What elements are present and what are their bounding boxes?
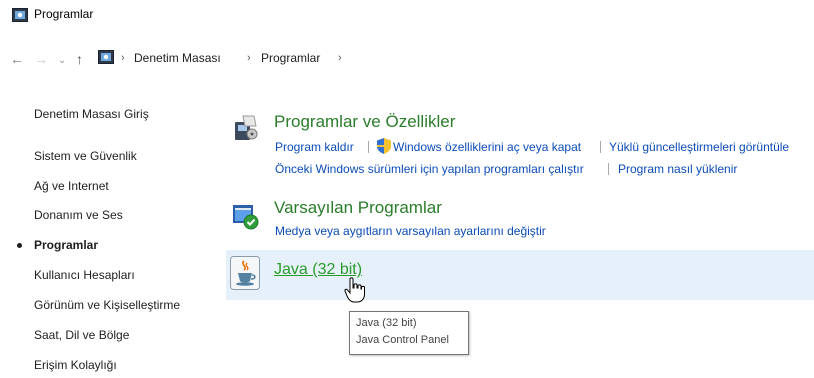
sidebar-item-network[interactable]: Ağ ve Internet	[34, 179, 109, 193]
sidebar-item-ease-of-access[interactable]: Erişim Kolaylığı	[34, 358, 117, 372]
java-icon[interactable]	[230, 256, 260, 290]
tooltip: Java (32 bit) Java Control Panel	[349, 311, 469, 355]
title-bar: Programlar	[0, 0, 814, 30]
chevron-right-icon[interactable]: ›	[247, 52, 251, 64]
link-separator	[600, 141, 601, 153]
chevron-down-icon[interactable]: ⌄	[58, 54, 66, 68]
sidebar-item-system-security[interactable]: Sistem ve Güvenlik	[34, 149, 137, 163]
tooltip-description: Java Control Panel	[356, 334, 449, 346]
up-arrow-icon[interactable]: ↑	[76, 52, 83, 66]
uac-shield-icon	[377, 138, 391, 154]
back-arrow-icon[interactable]: ←	[10, 52, 24, 66]
control-panel-icon	[98, 50, 114, 64]
link-change-media-defaults[interactable]: Medya veya aygıtların varsayılan ayarlar…	[275, 224, 546, 238]
link-installed-updates[interactable]: Yüklü güncelleştirmeleri görüntüle	[609, 140, 789, 154]
active-bullet-icon	[17, 243, 22, 248]
category-title-default-programs[interactable]: Varsayılan Programlar	[274, 198, 442, 218]
sidebar-item-programs[interactable]: Programlar	[34, 238, 98, 252]
breadcrumb-item[interactable]: Denetim Masası	[134, 51, 221, 65]
breadcrumb-item[interactable]: Programlar	[261, 51, 320, 65]
sidebar-item-hardware-sound[interactable]: Donanım ve Ses	[34, 208, 123, 222]
link-separator	[608, 163, 609, 175]
control-panel-icon	[12, 8, 28, 22]
sidebar-item-clock-region[interactable]: Saat, Dil ve Bölge	[34, 328, 129, 342]
chevron-right-icon[interactable]: ›	[338, 52, 342, 64]
sidebar-item-user-accounts[interactable]: Kullanıcı Hesapları	[34, 268, 135, 282]
category-title-programs-features[interactable]: Programlar ve Özellikler	[274, 112, 455, 132]
link-how-to-install[interactable]: Program nasıl yüklenir	[618, 162, 737, 176]
link-uninstall-program[interactable]: Program kaldır	[275, 140, 354, 154]
sidebar-item-home[interactable]: Denetim Masası Giriş	[34, 107, 149, 121]
programs-features-icon[interactable]	[232, 114, 260, 142]
tooltip-title: Java (32 bit)	[356, 317, 417, 329]
link-separator	[368, 141, 369, 153]
hand-cursor-icon	[344, 277, 365, 303]
window-title: Programlar	[34, 7, 94, 21]
default-programs-icon[interactable]	[232, 203, 260, 231]
sidebar-item-appearance[interactable]: Görünüm ve Kişiselleştirme	[34, 298, 180, 312]
link-windows-features[interactable]: Windows özelliklerini aç veya kapat	[393, 140, 581, 154]
chevron-right-icon[interactable]: ›	[121, 52, 125, 64]
link-run-older-programs[interactable]: Önceki Windows sürümleri için yapılan pr…	[275, 162, 584, 176]
forward-arrow-icon[interactable]: →	[34, 52, 48, 66]
